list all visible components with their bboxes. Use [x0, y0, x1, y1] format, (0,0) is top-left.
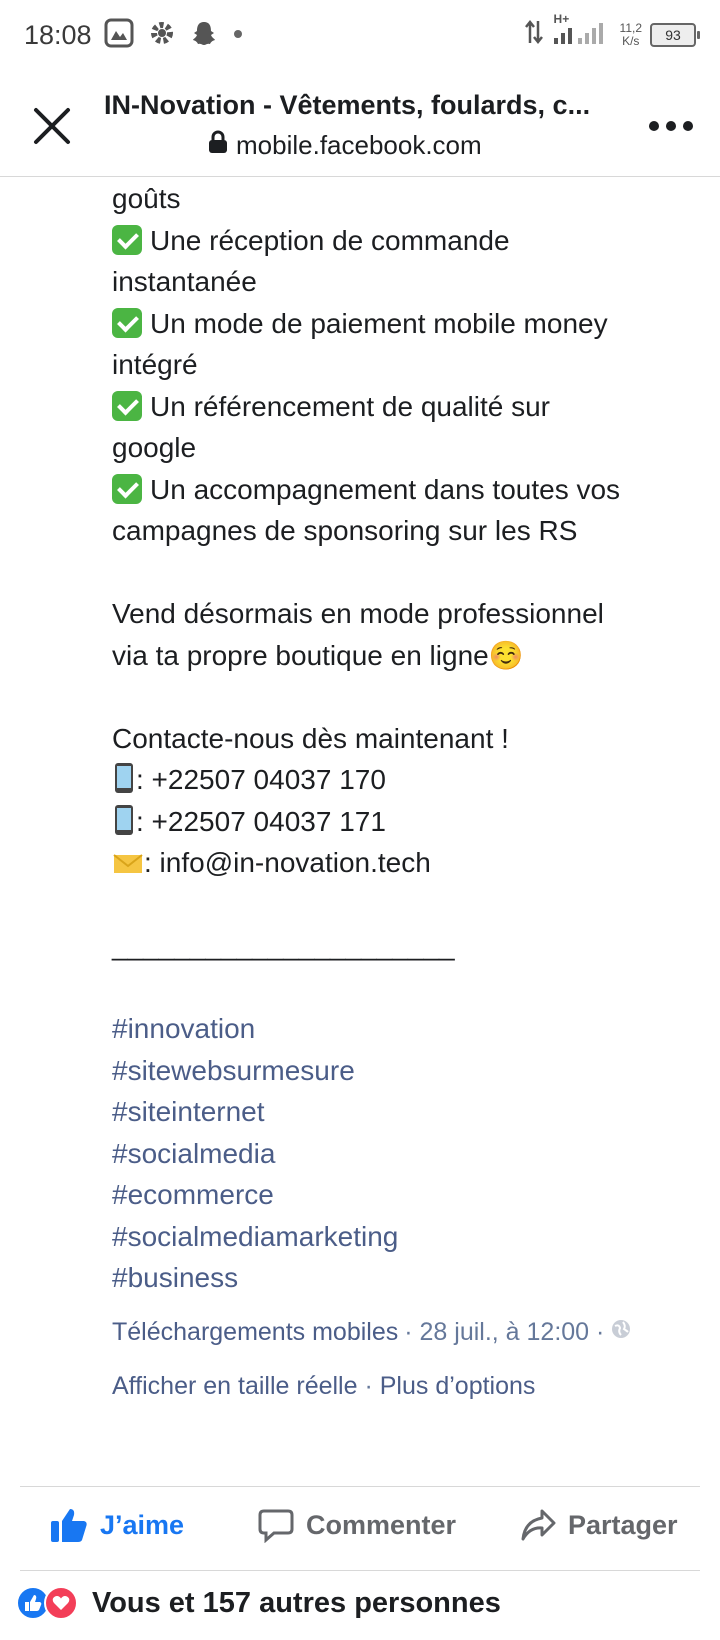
album-link[interactable]: Téléchargements mobiles	[112, 1318, 398, 1347]
check-mark-icon	[112, 473, 142, 504]
check-mark-icon	[112, 390, 142, 421]
browser-header: IN-Novation - Vêtements, foulards, c... …	[0, 72, 720, 177]
comment-button[interactable]: Commenter	[258, 1490, 456, 1560]
post-line: goûts	[112, 183, 181, 214]
share-arrow-icon	[521, 1509, 556, 1541]
share-button[interactable]: Partager	[520, 1490, 678, 1560]
incoming-envelope-icon	[112, 847, 144, 878]
settings-gear-icon	[148, 19, 176, 52]
post-options: Afficher en taille réelle · Plus d’optio…	[112, 1372, 535, 1401]
post-line: instantanée	[112, 266, 257, 297]
status-icons-left	[104, 18, 244, 53]
post-line: Un référencement de qualité sur	[112, 386, 712, 428]
lock-icon	[208, 130, 228, 161]
check-mark-icon	[112, 307, 142, 338]
post-text: goûts Une réception de commande instanta…	[112, 178, 712, 1299]
hashtag-link[interactable]: #socialmedia	[112, 1133, 712, 1175]
post-line: Vend désormais en mode professionnel	[112, 598, 604, 629]
hashtag-link[interactable]: #business	[112, 1257, 712, 1299]
divider	[20, 1570, 700, 1571]
page-title: IN-Novation - Vêtements, foulards, c...	[104, 90, 591, 120]
signal-h-plus-icon: H+	[552, 12, 612, 51]
more-options-button[interactable]	[648, 118, 694, 134]
hashtag-link[interactable]: #socialmediamarketing	[112, 1216, 712, 1258]
snapchat-ghost-icon	[190, 19, 218, 52]
post-line: : +22507 04037 170	[112, 759, 712, 801]
hashtag-link[interactable]: #siteinternet	[112, 1091, 712, 1133]
post-actions-bar: J’aime Commenter Partager	[0, 1490, 720, 1560]
post-line: intégré	[112, 349, 198, 380]
network-speed: 11,2 K/s	[619, 20, 642, 48]
post-date: · 28 juil., à 12:00 ·	[404, 1318, 605, 1346]
post-meta: Téléchargements mobiles · 28 juil., à 12…	[112, 1318, 632, 1347]
like-button[interactable]: J’aime	[50, 1490, 184, 1560]
reactions-summary[interactable]: Vous et 157 autres personnes	[16, 1586, 501, 1620]
status-time: 18:08	[24, 20, 92, 50]
divider	[20, 1486, 700, 1487]
data-transfer-icon	[524, 19, 544, 50]
mobile-phone-icon	[112, 763, 136, 795]
battery-indicator: 93	[650, 22, 700, 47]
comment-bubble-icon	[258, 1509, 294, 1543]
status-icons-right: H+ 11,2 K/s 93	[524, 12, 700, 51]
hashtag-link[interactable]: #innovation	[112, 1008, 712, 1050]
status-bar: 18:08 H+ 11,2 K/s 93	[0, 0, 720, 72]
post-line: Une réception de commande	[112, 220, 712, 262]
more-options-link[interactable]: Plus d’options	[380, 1372, 536, 1400]
view-full-size-link[interactable]: Afficher en taille réelle	[112, 1372, 358, 1400]
comment-label: Commenter	[306, 1509, 457, 1540]
share-label: Partager	[568, 1509, 678, 1540]
hashtag-link[interactable]: #ecommerce	[112, 1174, 712, 1216]
post-line: : info@in-novation.tech	[112, 842, 712, 884]
post-line: google	[112, 432, 197, 463]
separator-line: ______________________	[112, 930, 455, 961]
meta-separator: ·	[364, 1372, 373, 1400]
more-dots-icon	[649, 121, 693, 131]
post-line: Un accompagnement dans toutes vos	[112, 469, 712, 511]
url-display: mobile.facebook.com	[208, 130, 482, 161]
post-line: Contacte-nous dès maintenant !	[112, 722, 509, 754]
notification-dot-icon	[232, 27, 244, 45]
url-text: mobile.facebook.com	[236, 130, 482, 160]
close-icon	[34, 108, 70, 144]
post-line: via ta propre boutique en ligne☺️	[112, 639, 524, 671]
globe-icon	[610, 1318, 632, 1347]
post-line: : +22507 04037 171	[112, 801, 712, 843]
network-type: H+	[553, 12, 570, 26]
post-line: campagnes de sponsoring sur les RS	[112, 515, 578, 546]
reactions-count-text: Vous et 157 autres personnes	[92, 1586, 501, 1619]
love-reaction-icon	[44, 1586, 78, 1620]
hashtag-link[interactable]: #sitewebsurmesure	[112, 1050, 712, 1092]
check-mark-icon	[112, 224, 142, 255]
thumbs-up-icon	[51, 1509, 87, 1542]
gallery-icon	[104, 18, 134, 53]
post-line: Un mode de paiement mobile money	[112, 303, 712, 345]
mobile-phone-icon	[112, 804, 136, 837]
like-label: J’aime	[100, 1509, 185, 1540]
close-button[interactable]	[28, 102, 76, 150]
